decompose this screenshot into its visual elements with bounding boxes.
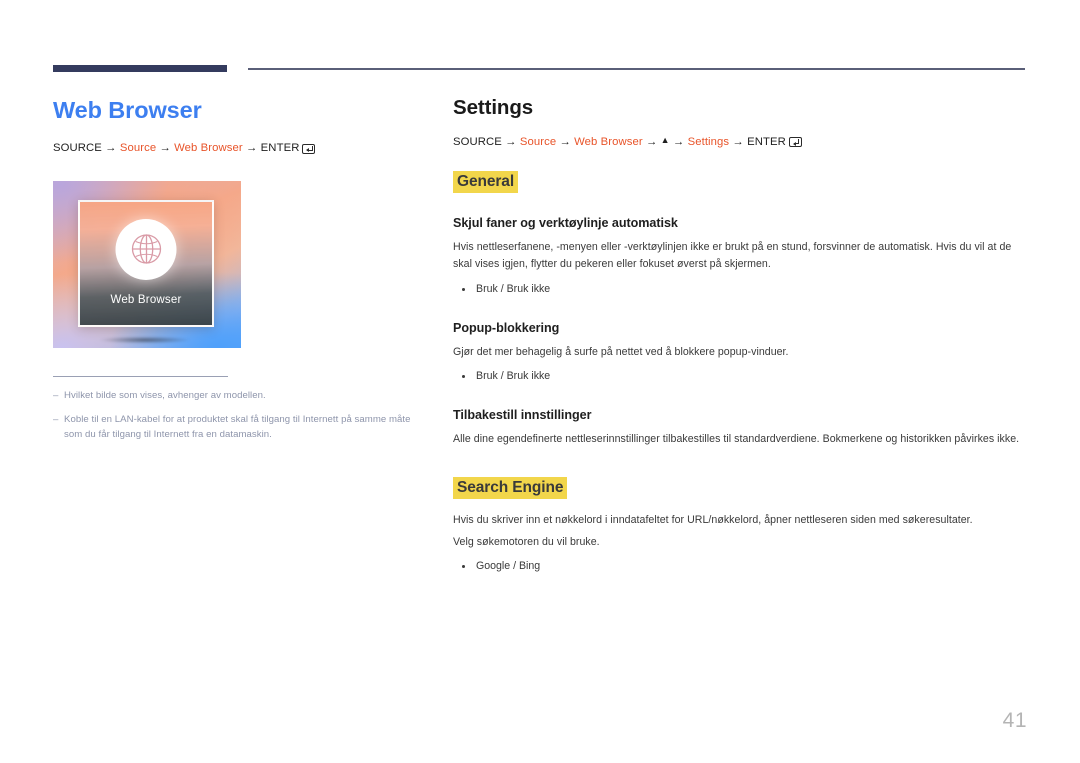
- setting-options-popup-blocker: Bruk / Bruk ikke: [453, 368, 1025, 385]
- breadcrumb-arrow: →: [501, 135, 520, 148]
- enter-key-icon: [788, 136, 802, 147]
- breadcrumb-step-source: Source: [519, 135, 557, 148]
- option-item: Bruk / Bruk ikke: [453, 281, 1025, 298]
- breadcrumb-enter-label: ENTER: [260, 142, 300, 155]
- footnote-dash: –: [53, 413, 59, 425]
- right-breadcrumb: SOURCE → Source → Web Browser → ▲ → Sett…: [453, 135, 1025, 150]
- setting-description-hide-tabs: Hvis nettleserfanene, -menyen eller -ver…: [453, 241, 1012, 271]
- breadcrumb-step-source: Source: [119, 142, 157, 155]
- breadcrumb-enter-label: ENTER: [747, 135, 786, 148]
- option-item: Bruk / Bruk ikke: [453, 368, 1025, 385]
- globe-icon-circle: [115, 218, 177, 280]
- footnote-item: – Hvilket bilde som vises, avhenger av m…: [53, 389, 433, 404]
- web-browser-thumbnail: Web Browser: [53, 180, 241, 348]
- breadcrumb-step-web-browser: Web Browser: [174, 142, 243, 155]
- footnote-text: Koble til en LAN-kabel for at produktet …: [64, 413, 411, 440]
- setting-title-hide-tabs: Skjul faner og verktøylinje automatisk: [453, 216, 678, 231]
- right-column: Settings SOURCE → Source → Web Browser →…: [453, 96, 1025, 575]
- breadcrumb-source-key: SOURCE: [453, 135, 502, 148]
- header-accent-bar: [53, 65, 227, 72]
- breadcrumb-step-web-browser: Web Browser: [574, 135, 643, 148]
- breadcrumb-arrow: →: [156, 142, 175, 155]
- search-engine-options: Google / Bing: [453, 558, 1025, 575]
- thumbnail-gradient-background: Web Browser: [53, 180, 241, 348]
- breadcrumb-source-key: SOURCE: [53, 142, 102, 155]
- thumbnail-label: Web Browser: [110, 293, 182, 306]
- footnote-item: – Koble til en LAN-kabel for at produkte…: [53, 413, 433, 443]
- document-page: Web Browser SOURCE → Source → Web Browse…: [0, 0, 1080, 763]
- section-heading-search-engine: Search Engine: [453, 476, 568, 499]
- setting-description-popup-blocker: Gjør det mer behagelig å surfe på nettet…: [453, 345, 789, 358]
- left-breadcrumb: SOURCE → Source → Web Browser → ENTER: [53, 141, 433, 156]
- breadcrumb-step-settings: Settings: [687, 135, 730, 148]
- breadcrumb-arrow: →: [556, 135, 575, 148]
- footnote-text: Hvilket bilde som vises, avhenger av mod…: [64, 389, 266, 401]
- globe-icon: [131, 234, 161, 265]
- breadcrumb-arrow: →: [669, 135, 688, 148]
- enter-key-icon: [302, 143, 316, 154]
- section-general: General: [453, 171, 1025, 194]
- left-column: Web Browser SOURCE → Source → Web Browse…: [53, 96, 433, 451]
- footnote-divider: [53, 375, 228, 377]
- breadcrumb-arrow: →: [642, 135, 661, 148]
- option-item: Google / Bing: [453, 558, 1025, 575]
- setting-title-popup-blocker: Popup-blokkering: [453, 320, 560, 335]
- search-engine-description-1: Hvis du skriver inn et nøkkelord i innda…: [453, 513, 973, 526]
- setting-title-reset-settings: Tilbakestill innstillinger: [453, 407, 592, 422]
- breadcrumb-arrow: →: [101, 142, 120, 155]
- breadcrumb-arrow: →: [729, 135, 748, 148]
- thumbnail-drop-shadow: [81, 334, 209, 345]
- setting-description-reset-settings: Alle dine egendefinerte nettleserinnstil…: [453, 432, 1020, 445]
- section-search-engine: Search Engine: [453, 476, 1025, 499]
- header-divider-line: [248, 68, 1025, 70]
- settings-title: Settings: [453, 96, 534, 119]
- page-title: Web Browser: [53, 97, 202, 123]
- section-heading-general: General: [453, 171, 519, 194]
- setting-options-hide-tabs: Bruk / Bruk ikke: [453, 281, 1025, 298]
- page-number: 41: [1002, 709, 1027, 732]
- search-engine-description-2: Velg søkemotoren du vil bruke.: [453, 536, 600, 549]
- footnote-list: – Hvilket bilde som vises, avhenger av m…: [53, 389, 433, 443]
- breadcrumb-arrow: →: [242, 142, 261, 155]
- footnote-dash: –: [53, 389, 59, 401]
- thumbnail-inner-panel: Web Browser: [78, 199, 214, 327]
- up-arrow-icon: ▲: [660, 135, 670, 146]
